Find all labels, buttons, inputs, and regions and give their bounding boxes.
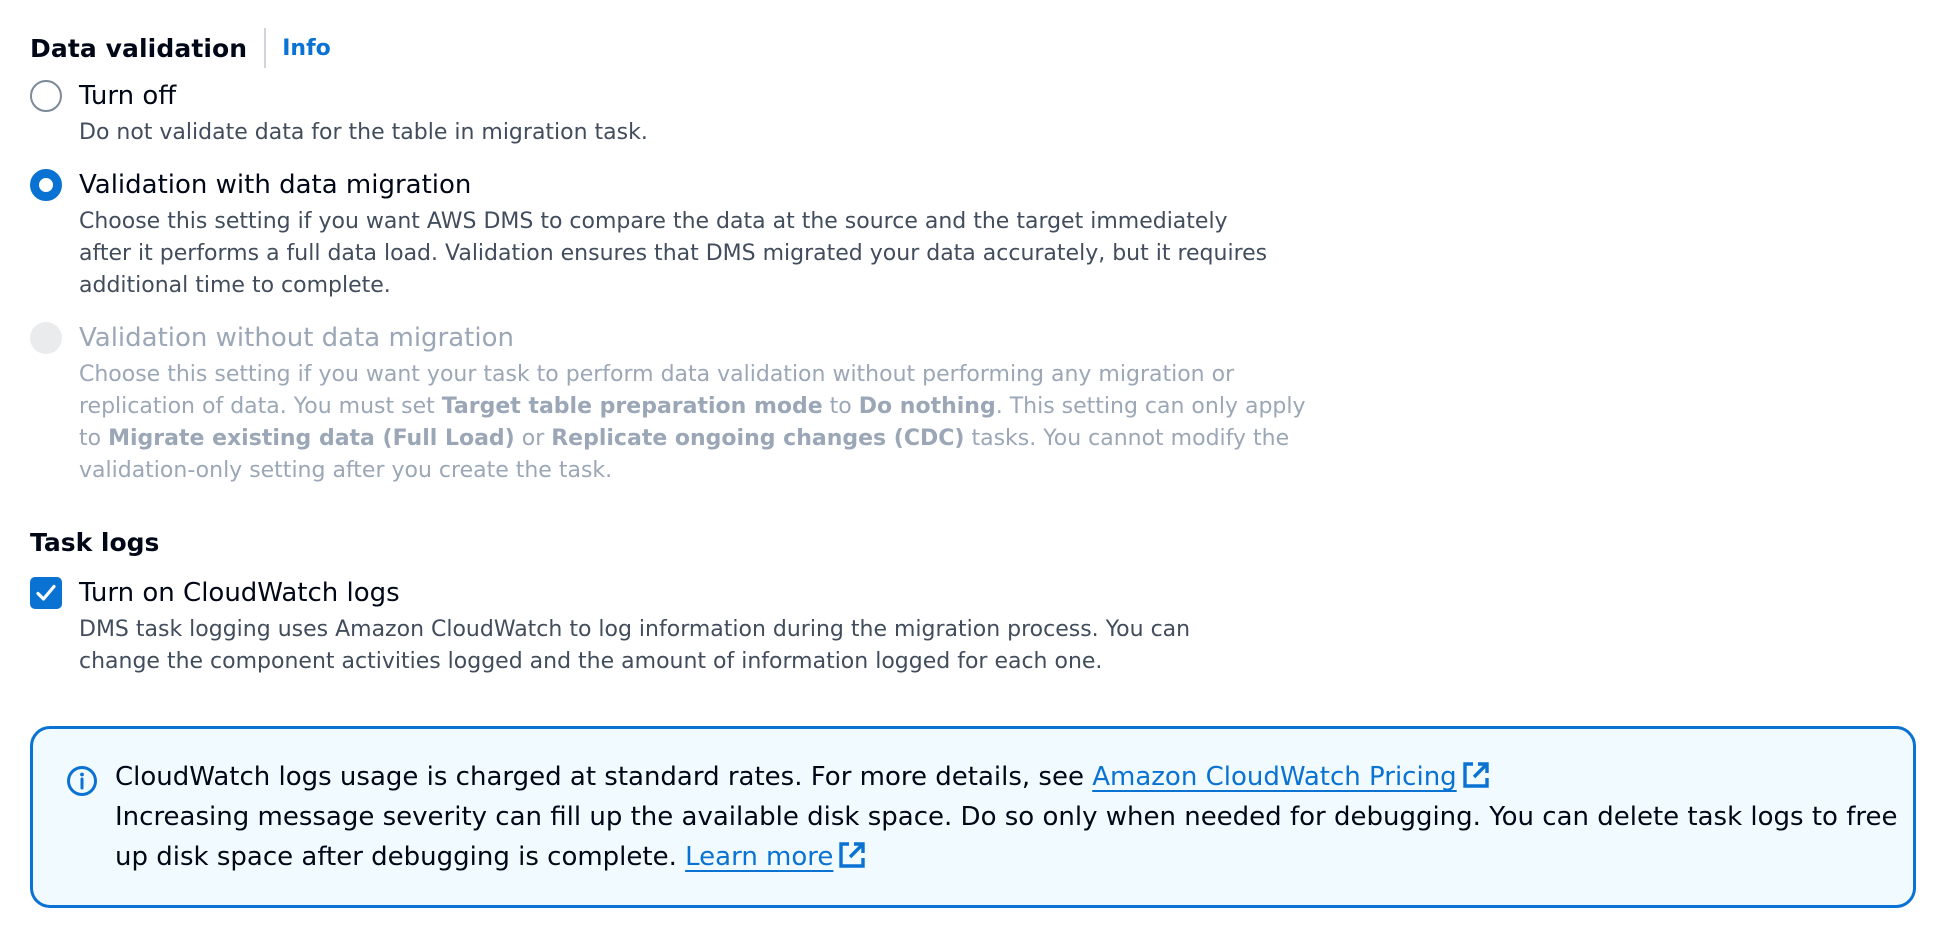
alert-line: up disk space after debugging is complet… xyxy=(115,837,1875,877)
cloudwatch-pricing-link[interactable]: Amazon CloudWatch Pricing xyxy=(1092,762,1456,792)
description-line: Choose this setting if you want AWS DMS … xyxy=(79,209,1228,234)
description-emphasis: Target table preparation mode xyxy=(441,394,823,419)
data-validation-title: Data validation xyxy=(30,33,248,63)
description-emphasis: Migrate existing data (Full Load) xyxy=(108,426,515,451)
radio-validation-with-migration-label[interactable]: Validation with data migration xyxy=(79,170,471,200)
radio-validation-with-migration[interactable] xyxy=(30,169,62,201)
description-text: or xyxy=(514,426,552,451)
info-link[interactable]: Info xyxy=(282,36,331,61)
radio-validation-without-migration xyxy=(30,322,62,354)
radio-turn-off-description: Do not validate data for the table in mi… xyxy=(79,120,648,145)
radio-validation-without-migration-description: Choose this setting if you want your tas… xyxy=(79,359,1306,487)
description-text: replication of data. You must set xyxy=(79,394,442,419)
external-link-icon[interactable] xyxy=(1461,760,1491,790)
description-text: to xyxy=(822,394,859,419)
external-link-icon[interactable] xyxy=(837,840,867,870)
alert-text: up disk space after debugging is complet… xyxy=(115,842,686,872)
radio-validation-without-migration-label: Validation without data migration xyxy=(79,323,514,353)
cloudwatch-logs-description: DMS task logging uses Amazon CloudWatch … xyxy=(79,614,1290,678)
data-validation-header: Data validation Info xyxy=(30,28,331,68)
learn-more-link[interactable]: Learn more xyxy=(685,842,833,872)
radio-option-validation-with-migration[interactable]: Validation with data migration Choose th… xyxy=(30,165,1290,302)
checkmark-icon xyxy=(36,584,56,601)
description-line: change the component activities logged a… xyxy=(79,649,1103,674)
radio-turn-off[interactable] xyxy=(30,80,62,112)
radio-validation-with-migration-description: Choose this setting if you want AWS DMS … xyxy=(79,206,1290,302)
radio-turn-off-label[interactable]: Turn off xyxy=(79,81,176,111)
description-line: Choose this setting if you want your tas… xyxy=(79,362,1235,387)
description-text: tasks. You cannot modify the xyxy=(964,426,1290,451)
cloudwatch-logs-label[interactable]: Turn on CloudWatch logs xyxy=(79,578,400,608)
alert-content: CloudWatch logs usage is charged at stan… xyxy=(115,757,1898,877)
description-text: . This setting can only apply xyxy=(995,394,1306,419)
alert-text: CloudWatch logs usage is charged at stan… xyxy=(115,762,1093,792)
alert-line: CloudWatch logs usage is charged at stan… xyxy=(115,757,1875,797)
radio-option-validation-without-migration: Validation without data migration Choose… xyxy=(30,318,1306,487)
description-line: additional time to complete. xyxy=(79,273,391,298)
alert-line: Increasing message severity can fill up … xyxy=(115,802,1898,832)
cloudwatch-logs-checkbox[interactable] xyxy=(30,577,62,609)
radio-option-turn-off[interactable]: Turn off Do not validate data for the ta… xyxy=(30,76,1290,149)
description-line: validation-only setting after you create… xyxy=(79,458,613,483)
cloudwatch-info-alert: CloudWatch logs usage is charged at stan… xyxy=(30,726,1916,908)
info-circle-icon xyxy=(67,766,97,796)
task-logs-title: Task logs xyxy=(30,528,160,557)
description-line: after it performs a full data load. Vali… xyxy=(79,241,1268,266)
cloudwatch-logs-option[interactable]: Turn on CloudWatch logs DMS task logging… xyxy=(30,573,1290,678)
description-emphasis: Replicate ongoing changes (CDC) xyxy=(551,426,965,451)
description-text: to xyxy=(79,426,109,451)
description-emphasis: Do nothing xyxy=(858,394,996,419)
description-line: to Migrate existing data (Full Load) or … xyxy=(79,423,1290,455)
header-divider xyxy=(264,28,267,68)
settings-page: Data validation Info Turn off Do not val… xyxy=(0,0,1944,936)
description-line: replication of data. You must set Target… xyxy=(79,391,1306,423)
description-line: DMS task logging uses Amazon CloudWatch … xyxy=(79,617,1191,642)
